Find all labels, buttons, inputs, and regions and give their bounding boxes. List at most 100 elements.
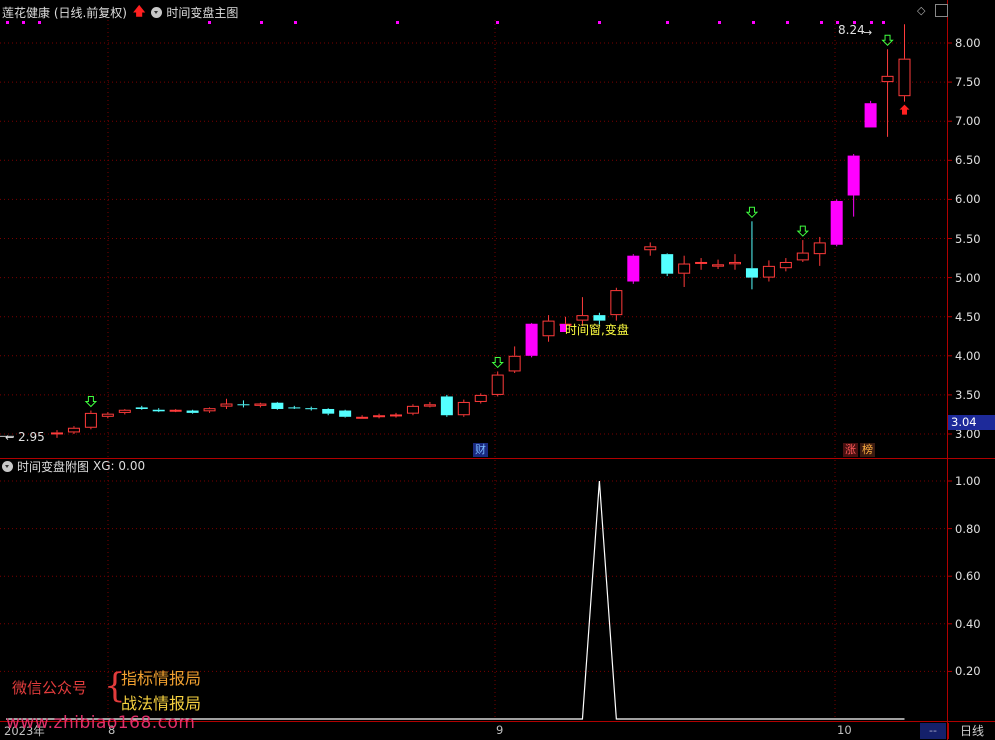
candlestick-series [51,24,911,438]
signal-dot [496,21,499,24]
diamond-icon[interactable]: ◇ [917,4,925,17]
current-price-tag: 3.04 [948,415,995,430]
candle-body [305,408,318,410]
grid-lines [0,20,947,720]
candle [745,221,758,290]
candle [779,258,792,272]
chart-canvas[interactable] [0,0,995,740]
period-selector[interactable]: 日线 [948,723,995,739]
price-tick-label: 4.00 [955,348,981,363]
candle [847,154,860,217]
rank-badge[interactable]: 榜 [860,443,875,457]
candle [390,412,402,418]
sub-indicator-name[interactable]: 时间变盘附图 [17,458,89,475]
signal-dot [882,21,885,24]
candle [406,404,419,416]
candle [610,287,623,321]
candle [237,400,250,408]
candle [423,401,436,408]
candle [898,24,911,102]
candle-body [678,263,691,274]
signal-dot [598,21,601,24]
price-tick-label: 3.50 [955,387,981,402]
signal-dot [718,21,721,24]
signal-dot [786,21,789,24]
candle-body [169,409,182,412]
candle-body [101,413,114,417]
candle-body [729,261,741,265]
main-indicator-name[interactable]: 时间变盘主图 [166,4,238,21]
candle [51,430,63,438]
candle-body [508,355,521,372]
sub-tick-label: 0.60 [955,569,981,584]
candle-body [474,394,487,402]
signal-dot [260,21,263,24]
candle-body [576,315,589,321]
candle-body [712,264,725,267]
candle [118,408,131,415]
candle-body [390,414,402,417]
low-price-label: 2.95 [18,430,45,444]
candle [288,405,301,409]
candle [271,401,284,410]
candle [525,322,538,358]
high-arrow-icon: → [863,26,873,39]
red-up-arrow-icon: 🡅 [133,3,146,18]
settings-box-icon[interactable] [935,4,948,17]
candle-body [881,75,894,83]
signal-dot [208,21,211,24]
candle-body [203,408,216,412]
sub-header: 时间变盘附图 XG: 0.00 [0,457,145,475]
candle [542,315,555,342]
green-down-arrow-mark [491,356,504,369]
rise-badge[interactable]: 涨 [843,443,858,457]
candle-body [118,409,131,413]
candle-body [237,404,250,406]
signal-dot [38,21,41,24]
candle-body [661,254,674,274]
dropdown-circle-icon[interactable] [2,460,13,472]
price-tick-label: 8.00 [955,36,981,50]
price-tick-label: 6.00 [955,192,981,207]
price-tick-label: 7.00 [955,114,981,129]
watermark-line1: 指标情报局 [121,669,202,688]
green-down-arrow-mark [745,206,759,219]
sub-tick-label: 0.40 [955,616,981,631]
candle [152,408,165,413]
candle [322,408,335,416]
dropdown-circle-icon[interactable] [151,6,163,18]
price-tick-label: 5.00 [955,270,981,285]
green-down-arrow-mark [796,225,810,237]
candle-body [135,407,148,409]
candle-body [152,409,165,412]
range-selector[interactable]: -- [920,723,946,739]
candle [186,409,199,414]
candle-body [542,320,555,337]
candle-body [779,261,792,269]
candle-body [610,290,623,316]
candle [491,371,504,397]
watermark-wechat: 微信公众号 [12,679,88,697]
candle [661,253,674,277]
signal-dot [396,21,399,24]
sub-tick-label: 0.80 [955,521,981,536]
signal-dot [820,21,823,24]
stock-title[interactable]: 莲花健康 (日线.前复权) [2,4,127,21]
candle-body [898,58,911,97]
candle-body [695,261,708,264]
x-label-sep: 9 [496,723,504,737]
candle-body [254,403,267,406]
candle [373,413,386,419]
candle-body [406,405,419,414]
red-up-arrow-mark [899,104,910,115]
signal-dot [6,21,9,24]
price-tick-label: 6.50 [955,153,981,168]
candle [440,394,453,417]
candle-body [864,103,877,128]
candle-body [356,416,369,419]
candle-body [745,268,758,278]
candle-body [288,407,301,409]
finance-badge[interactable]: 财 [473,443,488,457]
candle [84,410,97,430]
price-tick-label: 7.50 [955,75,981,90]
